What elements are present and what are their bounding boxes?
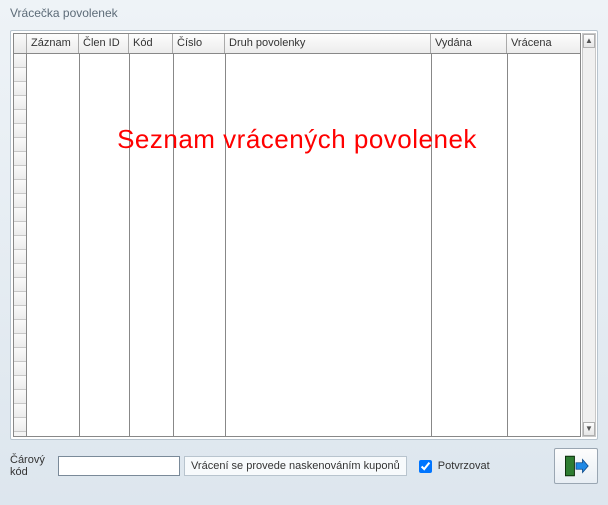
barcode-label: Čárový kód xyxy=(10,454,54,478)
grid-colline xyxy=(173,54,174,436)
grid-header-vydana[interactable]: Vydána xyxy=(431,34,507,53)
grid-overlay-caption: Seznam vrácených povolenek xyxy=(14,124,580,155)
grid-colline xyxy=(129,54,130,436)
confirm-checkbox-wrap[interactable]: Potvrzovat xyxy=(415,457,490,476)
confirm-checkbox-label: Potvrzovat xyxy=(438,460,490,472)
exit-door-icon xyxy=(563,453,589,479)
grid-colline xyxy=(507,54,508,436)
bottom-bar: Čárový kód Vrácení se provede naskenován… xyxy=(10,444,598,488)
exit-button[interactable] xyxy=(554,448,598,484)
grid-colline xyxy=(79,54,80,436)
grid-header-stub xyxy=(14,34,27,53)
scroll-up-icon[interactable]: ▲ xyxy=(583,34,595,48)
grid-header-zaznam[interactable]: Záznam xyxy=(27,34,79,53)
grid-header-kod[interactable]: Kód xyxy=(129,34,173,53)
grid-header-clenid[interactable]: Člen ID xyxy=(79,34,129,53)
grid-colline xyxy=(431,54,432,436)
barcode-input[interactable] xyxy=(58,456,180,476)
scan-hint: Vrácení se provede naskenováním kuponů xyxy=(184,456,407,476)
window: Vrácečka povolenek Záznam Člen ID Kód Čí… xyxy=(0,0,608,505)
grid-colline xyxy=(225,54,226,436)
grid-panel: Záznam Člen ID Kód Číslo Druh povolenky … xyxy=(10,30,598,440)
grid-header-druh[interactable]: Druh povolenky xyxy=(225,34,431,53)
grid-body[interactable]: Seznam vrácených povolenek xyxy=(14,54,580,436)
confirm-checkbox[interactable] xyxy=(419,460,432,473)
grid-header-cislo[interactable]: Číslo xyxy=(173,34,225,53)
vertical-scrollbar[interactable]: ▲ ▼ xyxy=(582,33,596,437)
scroll-down-icon[interactable]: ▼ xyxy=(583,422,595,436)
data-grid[interactable]: Záznam Člen ID Kód Číslo Druh povolenky … xyxy=(13,33,581,437)
grid-header: Záznam Člen ID Kód Číslo Druh povolenky … xyxy=(14,34,580,54)
grid-header-vracena[interactable]: Vrácena xyxy=(507,34,579,53)
window-title: Vrácečka povolenek xyxy=(0,0,608,26)
grid-row-stubs xyxy=(14,54,27,436)
